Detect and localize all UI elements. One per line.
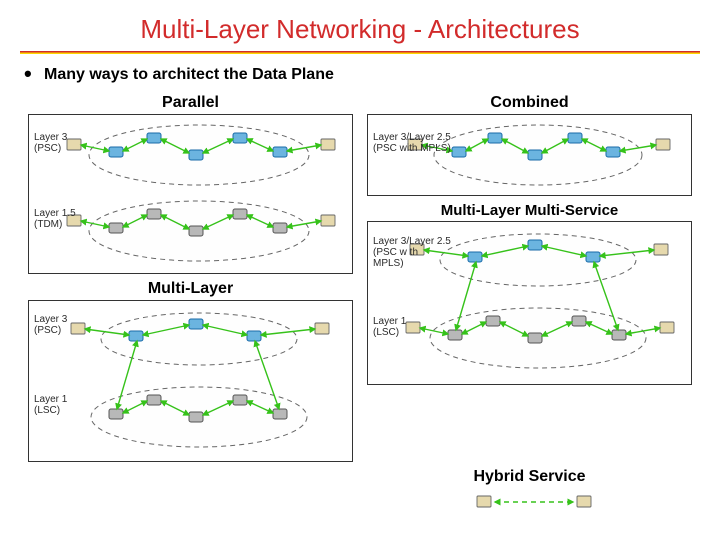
bullet-text: Many ways to architect the Data Plane [0,62,720,94]
label-mlms-row1: Layer 1(LSC) [373,316,451,338]
label-parallel-row0: Layer 3(PSC) [34,132,112,154]
panel-title-combined: Combined [367,94,692,112]
label-combined-row0: Layer 3/Layer 2.5(PSC with MPLS) [373,132,451,154]
panel-title-parallel: Parallel [28,94,353,112]
panel-title-mlms: Multi-Layer Multi-Service [367,202,692,219]
panel-multilayer: Multi-Layer [28,280,353,462]
diagram-combined [368,115,691,195]
panel-title-multilayer: Multi-Layer [28,280,353,298]
page-title: Multi-Layer Networking - Architectures [0,0,720,51]
panel-parallel: Parallel [28,94,353,274]
panel-hybrid: Hybrid Service [367,468,692,516]
label-parallel-row1: Layer 1.5(TDM) [34,208,112,230]
label-multilayer-row1: Layer 1(LSC) [34,394,112,416]
diagram-hybrid [367,488,692,516]
title-underline [20,51,700,54]
label-mlms-row0: Layer 3/Layer 2.5(PSC w th MPLS) [373,236,451,269]
panel-combined: Combined Layer 3/Layer 2.5(PSC with MPLS… [367,94,692,196]
label-multilayer-row0: Layer 3(PSC) [34,314,112,336]
panel-title-hybrid: Hybrid Service [367,468,692,486]
panel-mlms: Multi-Layer Multi-Service [367,202,692,462]
